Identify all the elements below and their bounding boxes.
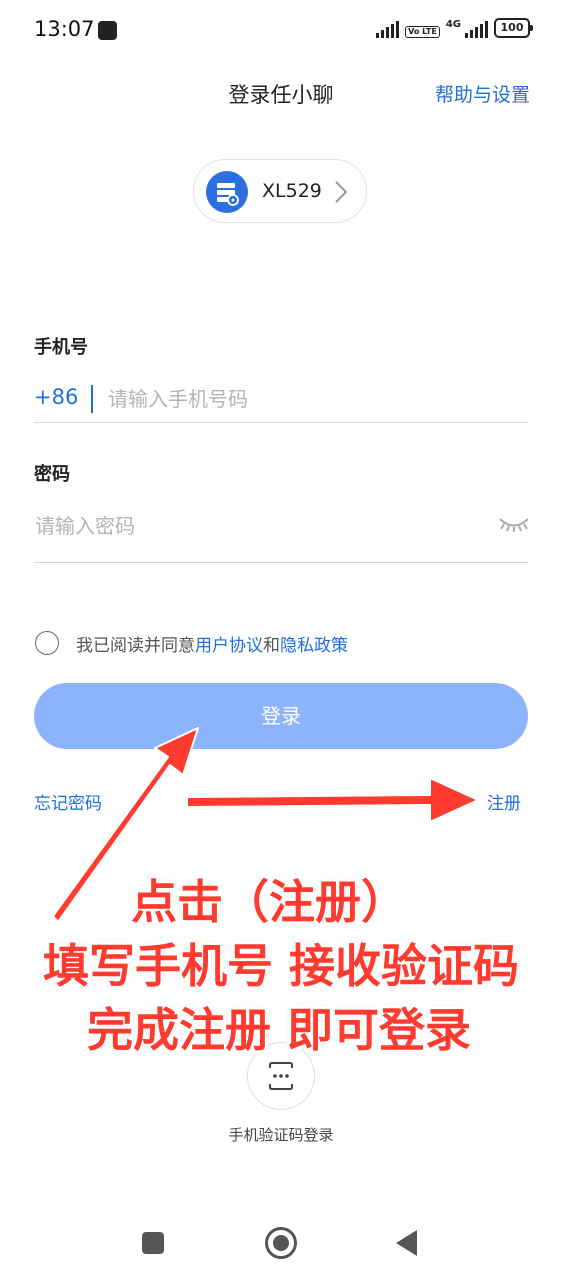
server-selector[interactable]: XL529 [193,159,367,223]
battery-icon: 100 [494,18,533,38]
signal-icon [376,20,400,38]
sms-login-label: 手机验证码登录 [228,1126,334,1144]
agreement-checkbox[interactable] [35,631,59,655]
login-button[interactable]: 登录 [34,683,528,749]
network-type: 4G [445,19,461,30]
annotation-line-2: 填写手机号 接收验证码 [42,939,519,993]
password-input[interactable] [35,511,485,541]
password-divider [34,562,529,563]
phone-input[interactable] [108,384,523,414]
forgot-password-link[interactable]: 忘记密码 [34,789,102,814]
notification-icon [98,21,117,40]
recent-apps-button[interactable] [142,1232,164,1254]
signal-icon-2 [465,20,488,38]
arrow-to-register [186,777,479,823]
eye-closed-icon[interactable] [498,514,530,538]
password-label: 密码 [34,464,70,485]
status-time: 13:07 [34,17,95,41]
country-code-divider [91,385,93,413]
server-name: XL529 [262,180,322,202]
annotation-line-1: 点击（注册） [131,875,407,929]
register-link[interactable]: 注册 [487,789,521,814]
volte-badge: Vo LTE [405,26,440,38]
phone-divider [34,422,529,423]
status-indicators: Vo LTE 4G 100 [376,18,533,38]
login-screen: 13:07 Vo LTE 4G 100 登录任小聊 帮助与设置 XL529 手机… [0,0,562,1280]
back-button[interactable] [396,1230,417,1256]
chevron-right-icon [334,179,348,209]
user-agreement-link[interactable]: 用户协议 [195,636,263,656]
agreement-conjunction: 和 [263,636,280,656]
privacy-policy-link[interactable]: 隐私政策 [280,636,348,656]
annotation-line-3: 完成注册 即可登录 [86,1003,471,1057]
agreement-text: 我已阅读并同意用户协议和隐私政策 [76,631,348,656]
server-icon [206,171,248,213]
home-button[interactable] [265,1227,297,1259]
agreement-prefix: 我已阅读并同意 [76,636,195,656]
country-code-selector[interactable]: +86 [34,385,78,409]
phone-label: 手机号 [34,337,88,358]
help-settings-link[interactable]: 帮助与设置 [435,80,530,107]
